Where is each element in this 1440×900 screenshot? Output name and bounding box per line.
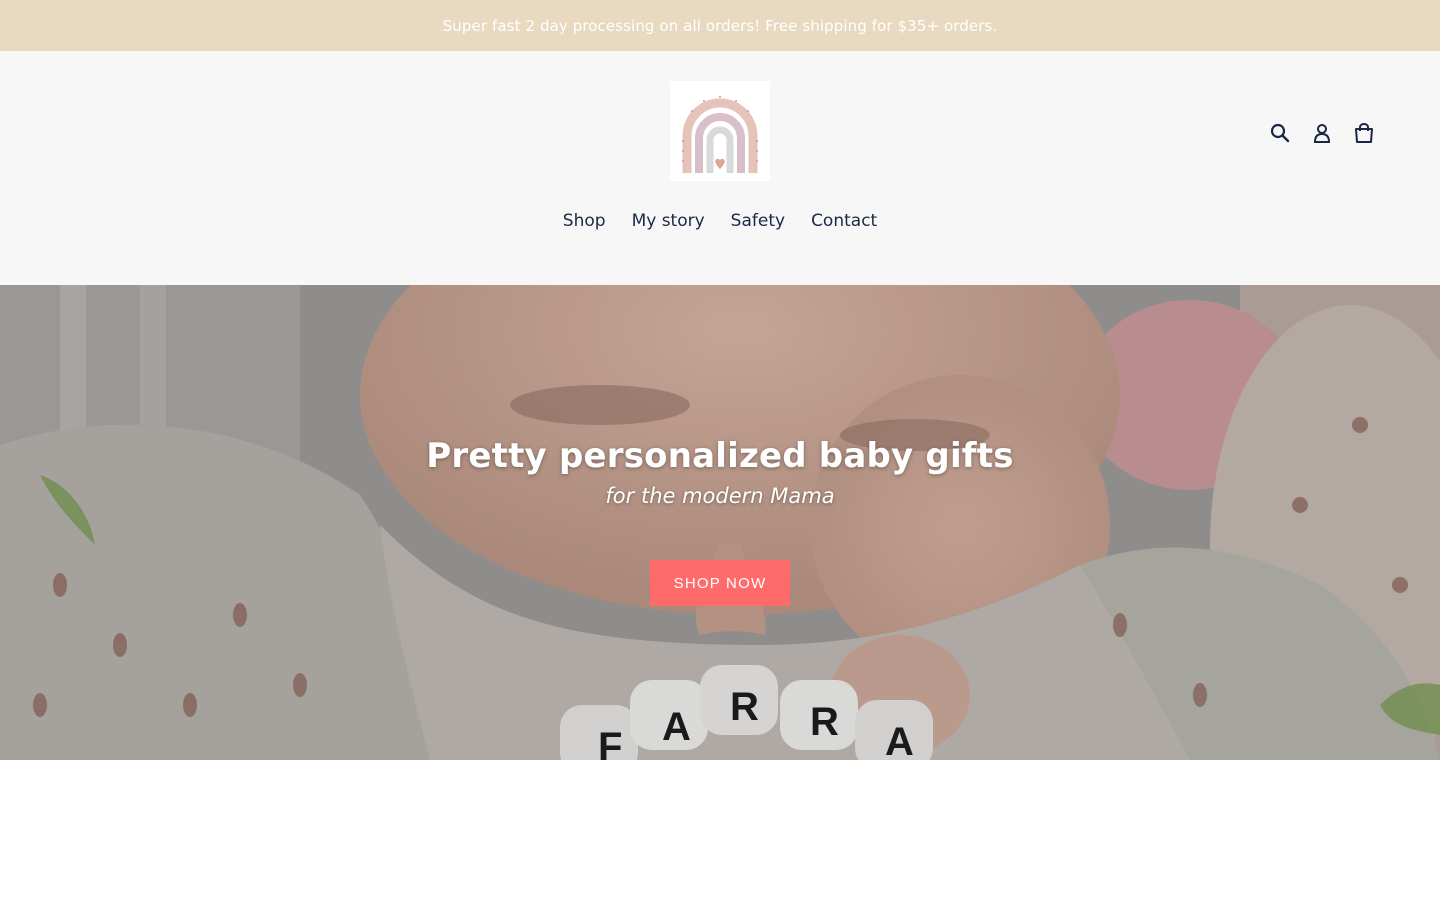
nav-item-contact[interactable]: Contact bbox=[811, 207, 877, 235]
hero-content: Pretty personalized baby gifts for the m… bbox=[0, 433, 1440, 606]
search-icon[interactable] bbox=[1268, 119, 1292, 147]
rainbow-logo-icon bbox=[682, 96, 758, 173]
hero-subtitle: for the modern Mama bbox=[605, 484, 835, 508]
announcement-text: Super fast 2 day processing on all order… bbox=[442, 16, 998, 35]
shop-now-button[interactable]: SHOP NOW bbox=[650, 560, 790, 606]
announcement-bar: Super fast 2 day processing on all order… bbox=[0, 0, 1440, 51]
page-body bbox=[0, 760, 1440, 900]
store-logo[interactable] bbox=[670, 81, 770, 181]
hero-title: Pretty personalized baby gifts bbox=[426, 436, 1014, 476]
main-navigation: Shop My story Safety Contact bbox=[0, 207, 1440, 235]
cart-icon[interactable] bbox=[1352, 119, 1376, 147]
nav-item-shop[interactable]: Shop bbox=[563, 207, 606, 235]
nav-item-safety[interactable]: Safety bbox=[731, 207, 785, 235]
account-icon[interactable] bbox=[1310, 119, 1334, 147]
header-icons bbox=[1268, 119, 1376, 147]
site-header: Shop My story Safety Contact bbox=[0, 51, 1440, 285]
hero-banner: F A R R A Pretty personalized baby gifts… bbox=[0, 285, 1440, 760]
nav-item-my-story[interactable]: My story bbox=[632, 207, 705, 235]
